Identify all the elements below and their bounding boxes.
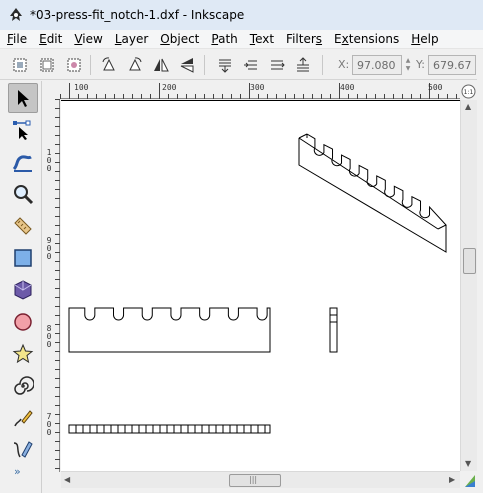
raise-to-top-icon[interactable] — [292, 54, 314, 76]
color-picker-icon[interactable] — [463, 473, 477, 489]
title-bar: *03-press-fit_notch-1.dxf - Inkscape — [0, 0, 483, 30]
menu-help[interactable]: Help — [406, 32, 443, 46]
ruler-corner — [44, 83, 60, 99]
vertical-ruler[interactable]: 100 900 800 700 — [44, 99, 60, 472]
ruler-label: 500 — [428, 83, 443, 92]
svg-text:1:1: 1:1 — [464, 89, 474, 96]
measure-icon — [14, 217, 32, 235]
rotate-cw-icon[interactable] — [124, 54, 146, 76]
scroll-up-icon[interactable]: ▲ — [465, 102, 471, 111]
ruler-label: 800 — [46, 324, 52, 349]
ellipse-tool[interactable] — [8, 307, 38, 337]
ruler-label: 900 — [46, 236, 52, 261]
rectangle-icon — [14, 249, 32, 267]
drawing-canvas[interactable] — [61, 100, 460, 471]
star-icon — [12, 343, 34, 364]
flip-horizontal-icon[interactable] — [150, 54, 172, 76]
tweak-tool[interactable] — [8, 147, 38, 177]
window-title: *03-press-fit_notch-1.dxf - Inkscape — [30, 8, 245, 22]
spiral-icon — [14, 376, 34, 395]
lower-to-bottom-icon[interactable] — [214, 54, 236, 76]
flip-vertical-icon[interactable] — [176, 54, 198, 76]
menu-bar: File Edit View Layer Object Path Text Fi… — [0, 30, 483, 49]
selector-tool[interactable] — [8, 83, 38, 113]
pen-tool[interactable] — [8, 435, 38, 465]
selector-arrow-icon — [18, 90, 29, 107]
ruler-label: 700 — [46, 412, 52, 437]
horizontal-ruler[interactable]: 100 200 300 400 500 — [60, 83, 460, 99]
rectangle-tool[interactable] — [8, 243, 38, 273]
select-all-in-all-layers-icon[interactable] — [36, 54, 58, 76]
notched-plate-top[interactable] — [68, 424, 271, 434]
vertical-scroll-thumb[interactable] — [463, 248, 476, 274]
toolbar-separator — [322, 55, 323, 75]
spiral-tool[interactable] — [8, 371, 38, 401]
ruler-label: 200 — [162, 83, 177, 92]
y-label: Y: — [416, 58, 425, 71]
pencil-icon — [14, 410, 33, 427]
window-edge — [477, 50, 483, 493]
menu-layer[interactable]: Layer — [110, 32, 153, 46]
toolbar-separator — [90, 55, 91, 75]
scroll-down-icon[interactable]: ▼ — [465, 459, 471, 468]
menu-file[interactable]: File — [2, 32, 32, 46]
inkscape-window: *03-press-fit_notch-1.dxf - Inkscape Fil… — [0, 0, 483, 493]
scroll-left-icon[interactable]: ◀ — [64, 475, 70, 484]
tweak-icon — [12, 155, 32, 172]
horizontal-scroll-thumb[interactable]: ||| — [229, 474, 281, 487]
menu-view[interactable]: View — [69, 32, 107, 46]
menu-object[interactable]: Object — [155, 32, 204, 46]
vertical-scrollbar[interactable]: ▲ ▼ — [460, 100, 477, 471]
menu-extensions[interactable]: Extensions — [329, 32, 404, 46]
inkscape-logo-icon — [10, 8, 22, 21]
menu-filters[interactable]: Filters — [281, 32, 327, 46]
circle-icon — [14, 313, 32, 331]
ruler-label: 100 — [74, 83, 89, 92]
deselect-icon[interactable] — [63, 54, 85, 76]
measure-tool[interactable] — [8, 211, 38, 241]
zoom-tool[interactable] — [8, 179, 38, 209]
raise-icon[interactable] — [266, 54, 288, 76]
menu-edit[interactable]: Edit — [34, 32, 67, 46]
3d-box-icon — [14, 280, 32, 300]
zoom-1-1-button[interactable]: 1:1 — [460, 83, 477, 100]
pen-icon — [13, 441, 33, 458]
y-coordinate-field[interactable] — [428, 55, 476, 75]
rotate-ccw-icon[interactable] — [98, 54, 120, 76]
node-tool[interactable] — [8, 115, 38, 145]
3dbox-tool[interactable] — [8, 275, 38, 305]
horizontal-scrollbar[interactable]: ◀ ||| ▶ — [61, 471, 460, 488]
zoom-icon — [14, 185, 34, 205]
pencil-tool[interactable] — [8, 403, 38, 433]
ruler-label: 400 — [340, 83, 355, 92]
menu-text[interactable]: Text — [245, 32, 279, 46]
toolbar-separator — [204, 55, 205, 75]
ruler-label: 300 — [250, 83, 265, 92]
notched-plate-isometric[interactable] — [298, 133, 447, 253]
x-spinner[interactable]: ▲ ▼ — [403, 55, 413, 75]
select-all-icon[interactable] — [9, 54, 31, 76]
toolbox: » — [0, 81, 42, 493]
x-coordinate-field[interactable] — [352, 55, 402, 75]
menu-path[interactable]: Path — [206, 32, 242, 46]
star-tool[interactable] — [8, 339, 38, 369]
drawing-svg — [61, 100, 460, 434]
lower-icon[interactable] — [240, 54, 262, 76]
scroll-right-icon[interactable]: ▶ — [449, 475, 455, 484]
notched-plate-side[interactable] — [329, 307, 338, 353]
notched-plate-front[interactable] — [68, 307, 271, 353]
ruler-label: 100 — [46, 148, 52, 173]
node-editor-icon — [13, 120, 31, 140]
x-label: X: — [338, 58, 350, 71]
toolbox-more-button[interactable]: » — [14, 465, 21, 478]
tool-controls-bar: X: ▲▼ Y: — [0, 50, 483, 80]
